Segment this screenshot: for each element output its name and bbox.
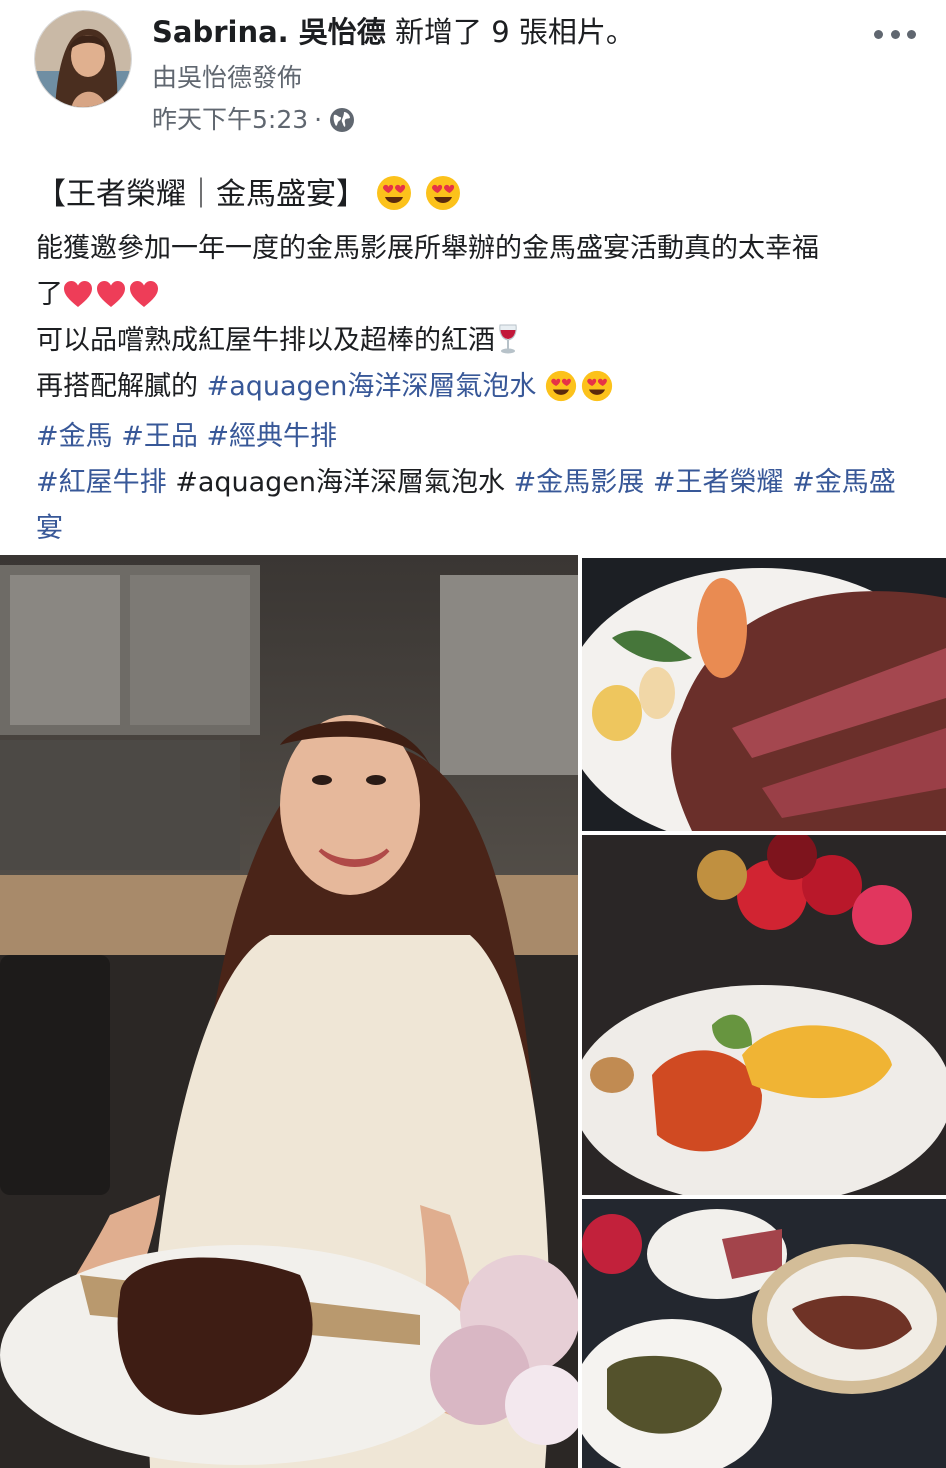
red-heart-emoji	[130, 281, 158, 307]
globe-icon[interactable]	[328, 106, 356, 134]
body-line-2: 了	[36, 272, 926, 318]
heart-eyes-emoji	[376, 176, 411, 210]
author-line: Sabrina. 吳怡德 新增了 9 張相片。	[152, 10, 635, 54]
hashtags-row-3: 宴	[36, 506, 926, 552]
heart-eyes-emoji	[426, 176, 461, 210]
post-body: 【王者榮耀｜金馬盛宴】 能獲邀參加一年一度的金馬影展所舉辦的金馬盛宴活動真的太幸…	[36, 170, 926, 552]
photo-image	[582, 558, 946, 831]
more-dot	[890, 29, 900, 39]
more-dot	[907, 29, 916, 39]
post-meta: 昨天下午5:23 ·	[152, 100, 356, 140]
hashtag-link[interactable]: #經典牛排	[206, 421, 337, 452]
hashtag-link[interactable]: #紅屋牛排	[36, 467, 167, 498]
more-dot	[874, 29, 883, 39]
post-timestamp[interactable]: 昨天下午5:23	[152, 100, 308, 140]
hashtags-row-1: #金馬 #王品 #經典牛排	[36, 414, 926, 460]
body-line-1: 能獲邀參加一年一度的金馬影展所舉辦的金馬盛宴活動真的太幸福	[36, 233, 819, 264]
hashtag-link[interactable]: #王者榮耀	[653, 467, 784, 498]
hashtag-link[interactable]: 宴	[36, 513, 63, 544]
post-title-line: 【王者榮耀｜金馬盛宴】	[36, 170, 926, 220]
author-avatar[interactable]	[34, 10, 132, 108]
body-line-4: 再搭配解膩的 #aquagen海洋深層氣泡水	[36, 364, 926, 410]
photo-table-of-dishes[interactable]	[582, 1199, 946, 1468]
wine-glass-emoji	[499, 324, 517, 354]
more-options-icon[interactable]	[874, 22, 916, 46]
red-heart-emoji	[64, 281, 92, 307]
avatar-image	[35, 11, 131, 107]
photo-grid	[0, 555, 946, 1468]
posted-by: 由吳怡德發佈	[152, 63, 303, 92]
meta-separator: ·	[314, 105, 323, 134]
body-line-2-text: 了	[36, 279, 63, 310]
photo-steak-and-shrimp[interactable]	[582, 558, 946, 831]
post-title: 【王者榮耀｜金馬盛宴】	[36, 177, 366, 212]
hashtag-link[interactable]: #金馬	[36, 421, 113, 452]
hashtag-link[interactable]: #王品	[121, 421, 198, 452]
photo-image	[582, 1199, 946, 1468]
photo-image	[582, 835, 946, 1195]
post-action-text: 新增了 9 張相片。	[395, 15, 635, 49]
hashtags-row-2: #紅屋牛排 #aquagen海洋深層氣泡水 #金馬影展 #王者榮耀 #金馬盛	[36, 460, 926, 506]
post-header: Sabrina. 吳怡德 新增了 9 張相片。 由吳怡德發佈 昨天下午5:23 …	[0, 0, 946, 150]
hashtag-link[interactable]: #aquagen海洋深層氣泡水	[207, 371, 537, 402]
body-line-3-text: 可以品嚐熟成紅屋牛排以及超棒的紅酒	[36, 325, 495, 356]
red-heart-emoji	[97, 281, 125, 307]
hashtag-link[interactable]: #金馬盛	[792, 467, 896, 498]
heart-eyes-emoji	[545, 370, 577, 402]
author-name[interactable]: Sabrina. 吳怡德	[152, 15, 386, 49]
photo-lobster-and-flowers[interactable]	[582, 835, 946, 1195]
photo-woman-with-steak[interactable]	[0, 555, 578, 1468]
heart-eyes-emoji	[581, 370, 613, 402]
hashtag-plain: #aquagen海洋深層氣泡水	[175, 467, 506, 498]
body-line-4-text: 再搭配解膩的	[36, 371, 207, 402]
body-line-3: 可以品嚐熟成紅屋牛排以及超棒的紅酒	[36, 318, 926, 364]
hashtag-link[interactable]: #金馬影展	[514, 467, 645, 498]
photo-image	[0, 555, 578, 1468]
